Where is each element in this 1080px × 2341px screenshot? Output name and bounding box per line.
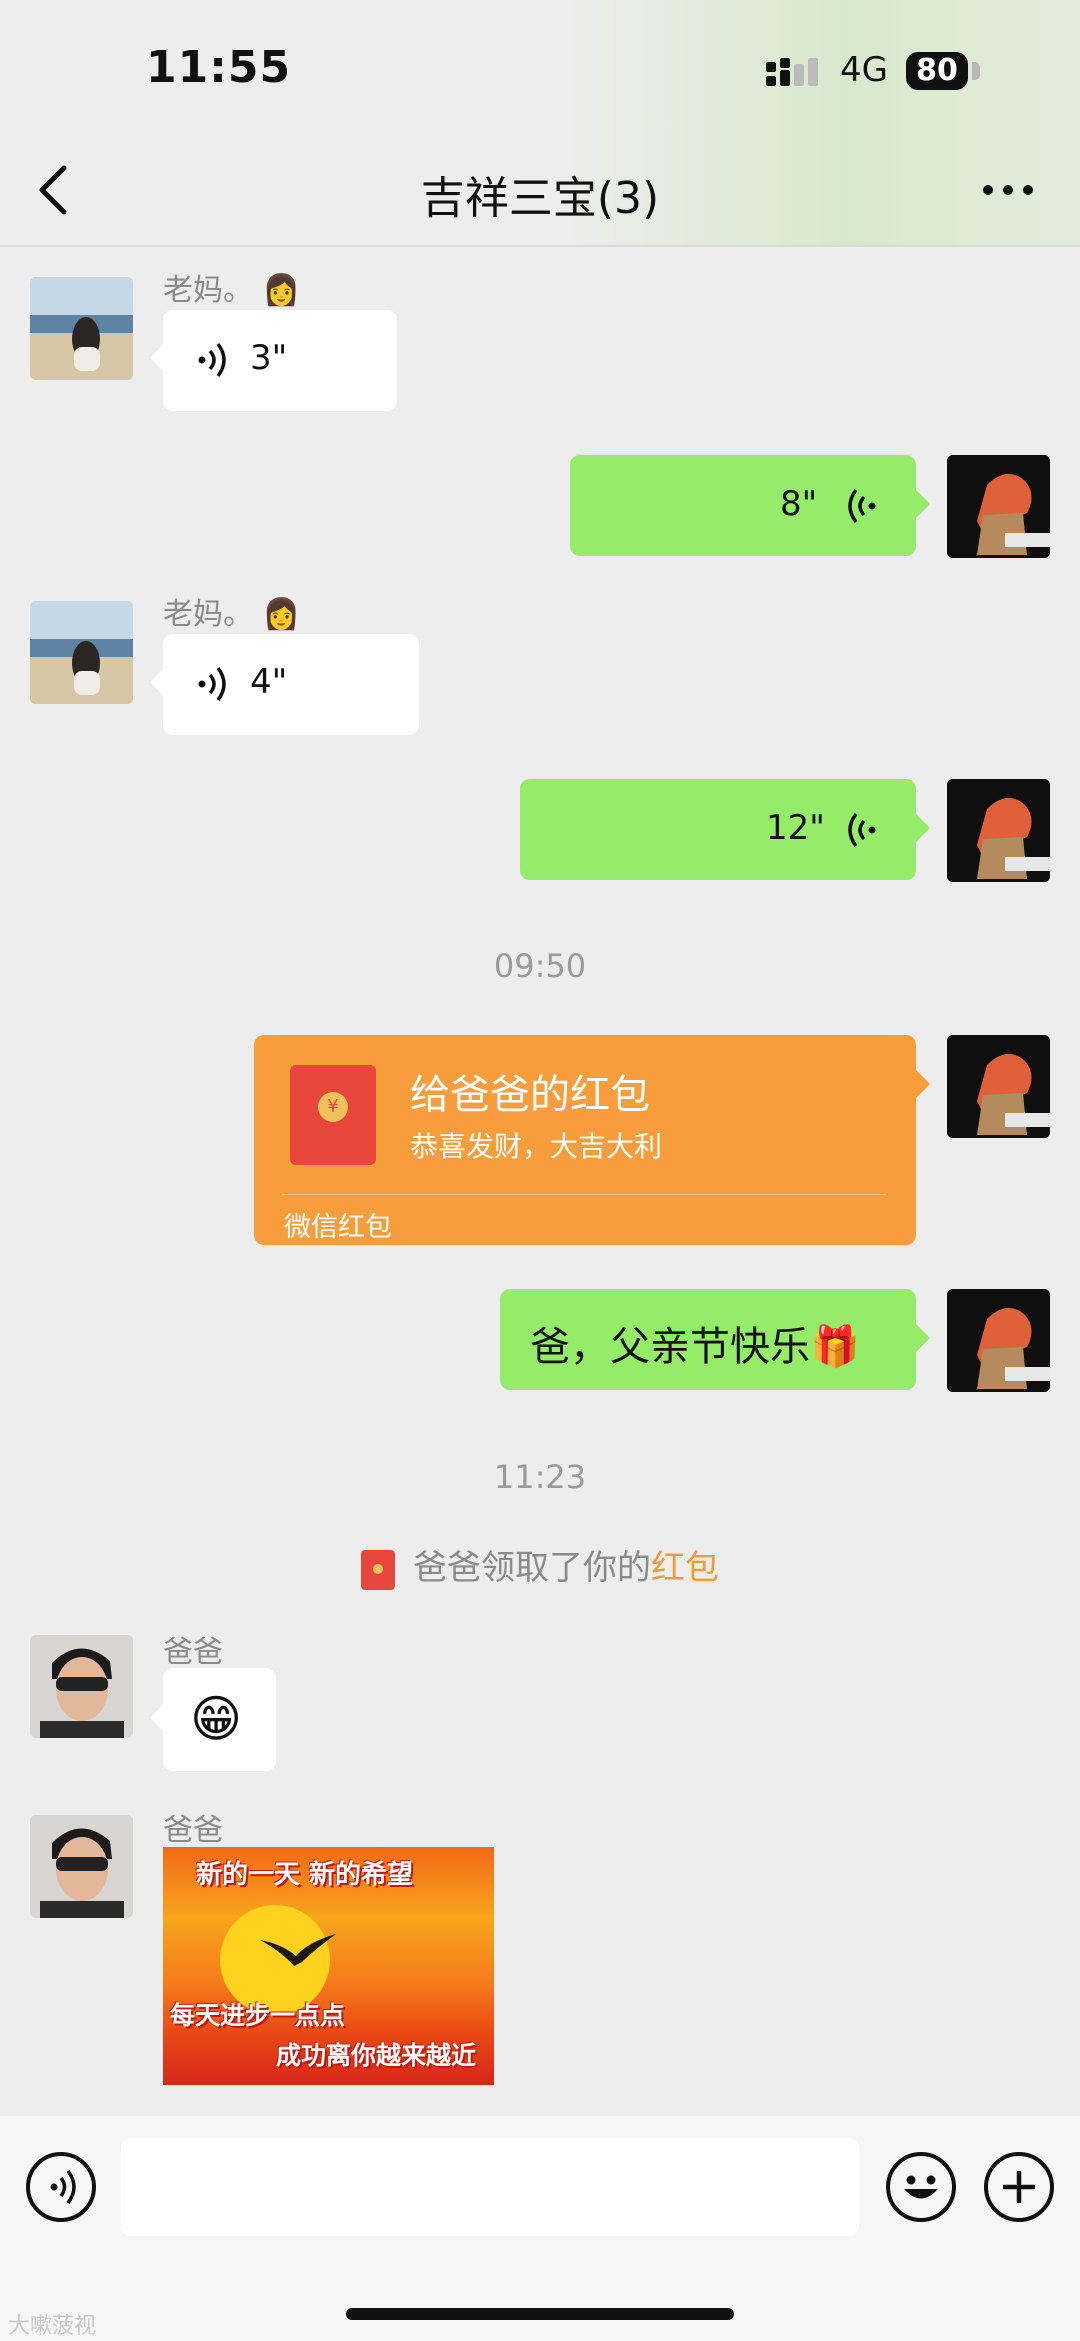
voice-duration: 8" (780, 484, 818, 524)
bubble-tail (150, 668, 164, 696)
avatar-self[interactable] (947, 779, 1050, 882)
sticker-line-1: 新的一天 新的希望 (196, 1860, 414, 1890)
text-message: 爸，父亲节快乐🎁 (530, 1324, 860, 1370)
timestamp: 11:23 (493, 1458, 587, 1496)
status-time: 11:55 (146, 42, 292, 93)
self-photo-icon (947, 1289, 1050, 1392)
voice-wave-icon (198, 342, 226, 378)
sender-name: 爸爸 (163, 1813, 223, 1848)
bubble-tail (916, 1070, 930, 1098)
voice-wave-icon (198, 666, 226, 702)
emoji-button[interactable] (886, 2152, 956, 2222)
self-photo-icon (947, 455, 1050, 558)
red-packet-divider (282, 1194, 886, 1195)
red-envelope-coin-icon: ¥ (318, 1092, 348, 1122)
bubble-tail (150, 1704, 164, 1732)
bubble-tail (916, 490, 930, 518)
plus-icon (1003, 2171, 1035, 2203)
sender-name: 爸爸 (163, 1635, 223, 1670)
voice-duration: 4" (250, 662, 288, 702)
system-note: 爸爸领取了你的红包 (0, 1540, 1080, 1590)
voice-icon (50, 2169, 76, 2205)
mom-photo-icon (30, 601, 133, 704)
avatar-self[interactable] (947, 1289, 1050, 1392)
gift-icon: 🎁 (810, 1324, 860, 1370)
avatar-self[interactable] (947, 455, 1050, 558)
red-packet-subtitle: 恭喜发财，大吉大利 (410, 1130, 663, 1163)
smiley-icon (904, 2175, 938, 2199)
voice-wave-icon (848, 812, 876, 848)
bubble-tail (916, 1324, 930, 1352)
network-type: 4G (840, 50, 888, 90)
battery-tip (972, 62, 980, 80)
red-packet-link[interactable]: 红包 (651, 1548, 719, 1588)
sticker-line-3: 成功离你越来越近 (276, 2041, 477, 2070)
avatar-mom[interactable] (30, 601, 133, 704)
sticker-line-2: 每天进步一点点 (170, 2001, 346, 2030)
watermark: 大嗽菠视 (8, 2314, 97, 2339)
avatar-mom[interactable] (30, 277, 133, 380)
sender-name: 老妈。 👩 (163, 273, 300, 308)
self-photo-icon (947, 779, 1050, 882)
bubble-tail (916, 814, 930, 842)
timestamp: 09:50 (493, 947, 587, 985)
bird-icon (260, 1934, 336, 1966)
more-options-icon[interactable] (980, 168, 1036, 212)
red-packet-title: 给爸爸的红包 (410, 1072, 650, 1118)
dad-photo-icon (30, 1815, 133, 1918)
voice-duration: 12" (766, 808, 825, 848)
more-functions-button[interactable] (984, 2152, 1054, 2222)
voice-input-button[interactable] (26, 2152, 96, 2222)
battery-icon: 80 (906, 52, 968, 90)
grin-emoji-icon: 😁 (190, 1690, 243, 1748)
sender-name: 老妈。 👩 (163, 597, 300, 632)
avatar-dad[interactable] (30, 1635, 133, 1738)
chat-title: 吉祥三宝(3) (420, 173, 660, 224)
signal-icon (766, 58, 818, 86)
mom-photo-icon (30, 277, 133, 380)
message-input[interactable] (121, 2138, 859, 2236)
dad-photo-icon (30, 1635, 133, 1738)
red-packet-footer: 微信红包 (284, 1212, 392, 1243)
bubble-tail (150, 344, 164, 372)
voice-wave-icon (848, 488, 876, 524)
home-indicator[interactable] (346, 2308, 734, 2320)
avatar-dad[interactable] (30, 1815, 133, 1918)
red-envelope-icon (361, 1549, 395, 1590)
voice-duration: 3" (250, 338, 288, 378)
self-photo-icon (947, 1035, 1050, 1138)
header-divider (0, 245, 1080, 247)
avatar-self[interactable] (947, 1035, 1050, 1138)
